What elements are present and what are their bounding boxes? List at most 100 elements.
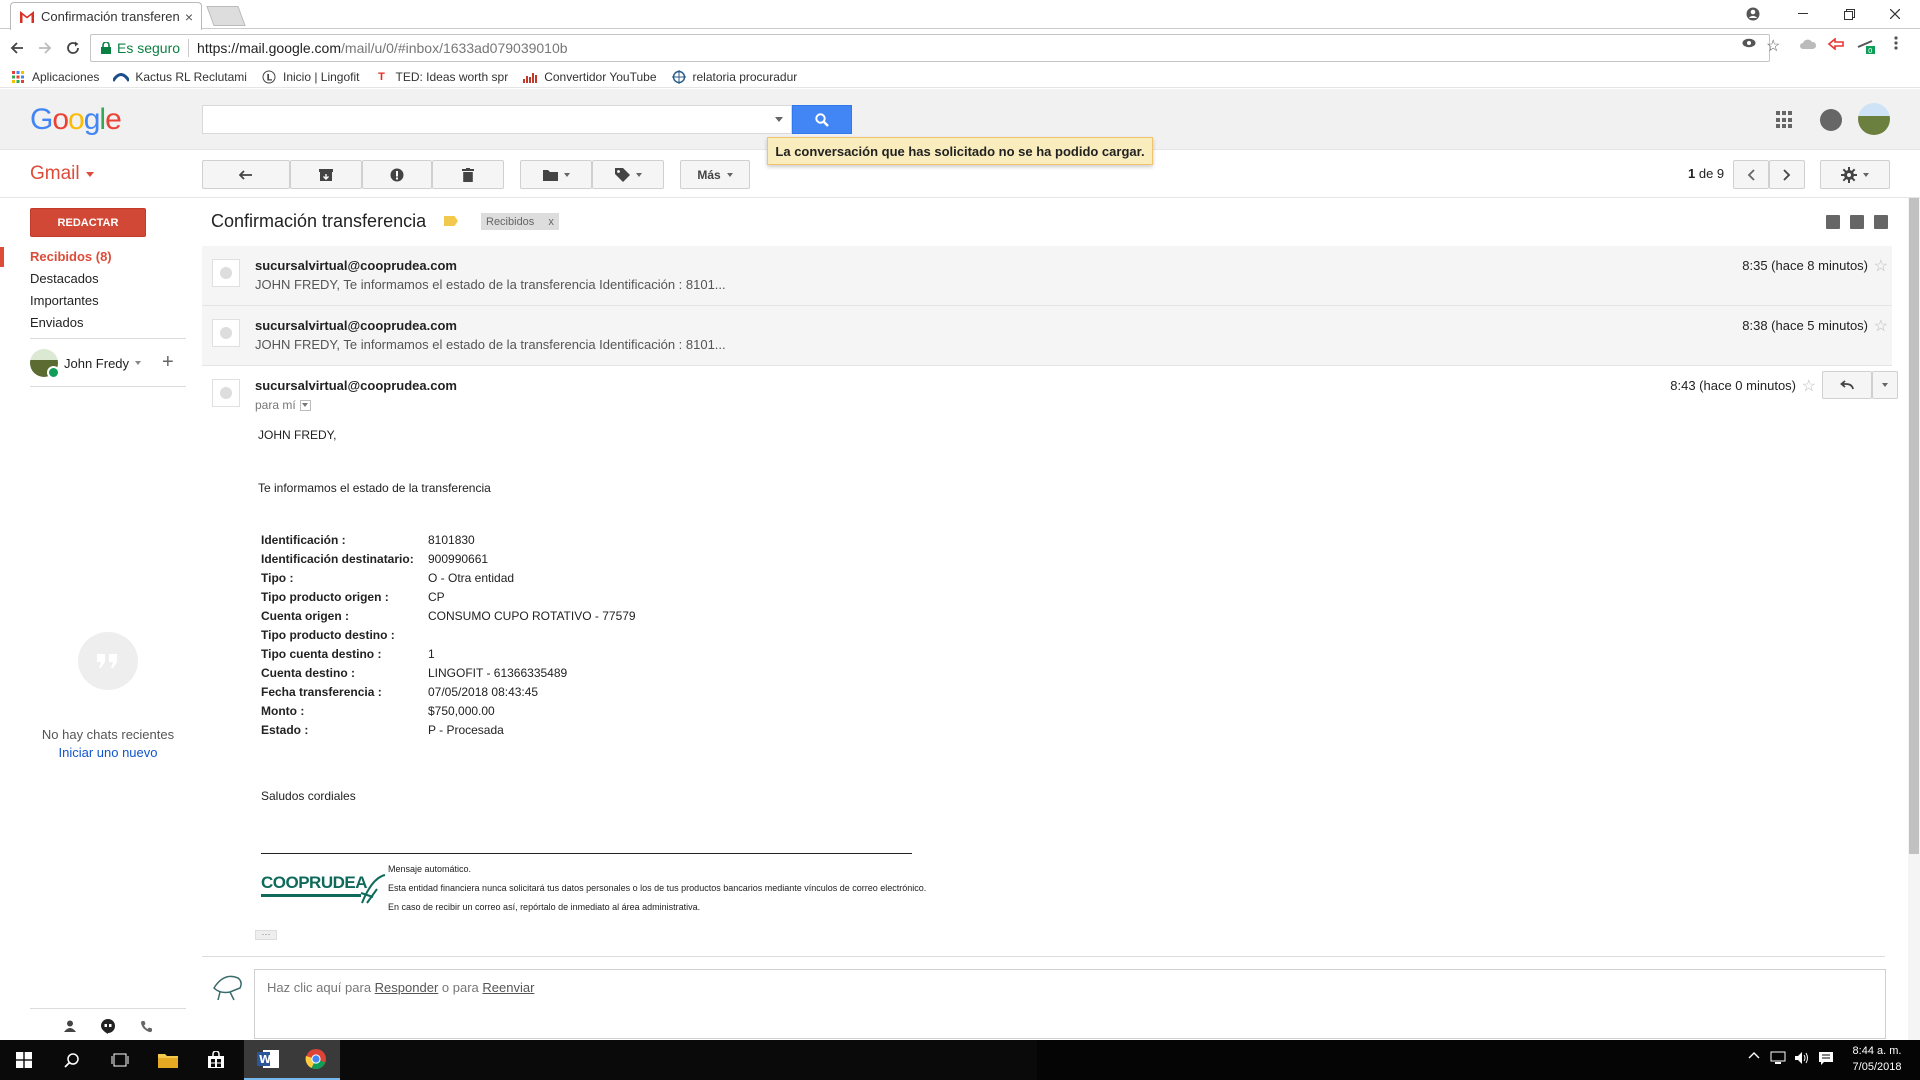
important-marker-icon[interactable]	[444, 216, 458, 226]
address-bar[interactable]: Es seguro https://mail.google.com/mail/u…	[90, 34, 1770, 62]
settings-button[interactable]	[1820, 160, 1890, 189]
start-chat-link[interactable]: Iniciar uno nuevo	[0, 745, 216, 760]
chevron-down-icon	[85, 171, 94, 177]
bookmark-lingofit[interactable]: L Inicio | Lingofit	[261, 70, 359, 84]
older-button[interactable]	[1769, 160, 1805, 189]
bookmark-ted[interactable]: T TED: Ideas worth spr	[373, 70, 508, 84]
phone-icon[interactable]	[134, 1016, 158, 1036]
clock-date: 7/05/2018	[1852, 1061, 1902, 1073]
recipient-text: para mí	[255, 398, 296, 412]
eye-icon[interactable]	[1742, 38, 1756, 48]
show-hidden-icons-icon[interactable]	[1748, 1051, 1760, 1059]
nav-item-important[interactable]: Importantes	[30, 293, 99, 308]
labels-button[interactable]	[592, 160, 664, 189]
nav-item-starred[interactable]: Destacados	[30, 271, 99, 286]
store-icon[interactable]	[192, 1040, 240, 1080]
expand-all-icon[interactable]	[1826, 215, 1840, 229]
network-icon[interactable]	[1770, 1051, 1786, 1065]
chrome-menu-icon[interactable]	[1894, 35, 1898, 51]
reply-button[interactable]	[1822, 371, 1872, 399]
lock-icon	[101, 42, 111, 54]
gmail-app-switcher[interactable]: Gmail	[30, 163, 94, 185]
close-window-icon[interactable]	[1872, 0, 1918, 28]
delete-button[interactable]	[432, 160, 504, 189]
print-icon[interactable]	[1850, 215, 1864, 229]
compose-button[interactable]: REDACTAR	[30, 208, 146, 237]
contacts-icon[interactable]	[58, 1016, 82, 1036]
transfer-field-row: Fecha transferencia :07/05/2018 08:43:45	[261, 685, 539, 699]
forward-link[interactable]: Reenviar	[482, 980, 534, 995]
reply-link[interactable]: Responder	[375, 980, 439, 995]
vertical-scrollbar[interactable]	[1908, 198, 1920, 1040]
bookmark-apps[interactable]: Aplicaciones	[10, 70, 99, 84]
bookmark-relatoria[interactable]: relatoria procuradur	[671, 69, 797, 84]
new-window-icon[interactable]	[1874, 215, 1888, 229]
inbox-label-chip: Recibidos x	[481, 213, 559, 230]
star-icon[interactable]: ☆	[1874, 316, 1888, 336]
word-icon[interactable]: W	[244, 1040, 292, 1080]
recipient-line[interactable]: para mí	[255, 398, 311, 412]
reload-icon[interactable]	[62, 37, 84, 59]
message-collapsed[interactable]: sucursalvirtual@cooprudea.com JOHN FREDY…	[202, 246, 1892, 306]
browser-tab[interactable]: Confirmación transferenc ×	[10, 2, 202, 30]
chevron-left-icon	[1747, 168, 1755, 181]
hangouts-icon[interactable]	[96, 1016, 120, 1036]
newer-button[interactable]	[1733, 160, 1769, 189]
windows-start-icon[interactable]	[0, 1040, 48, 1080]
bookmark-star-icon[interactable]: ☆	[1766, 36, 1780, 56]
show-details-chevron-icon[interactable]	[299, 399, 311, 411]
bookmark-converter[interactable]: Convertidor YouTube	[522, 70, 657, 84]
search-button[interactable]	[792, 105, 852, 134]
bookmark-kactus[interactable]: Kactus RL Reclutami	[113, 70, 247, 84]
forward-icon[interactable]	[34, 37, 56, 59]
move-to-button[interactable]	[520, 160, 592, 189]
report-spam-button[interactable]	[362, 160, 432, 189]
google-apps-icon[interactable]	[1776, 111, 1794, 129]
no-chats-text: No hay chats recientes	[41, 727, 175, 742]
extension-badge-icon[interactable]: 0	[1856, 38, 1876, 54]
profile-icon[interactable]	[1730, 0, 1776, 28]
google-logo[interactable]: Google	[30, 103, 122, 137]
back-arrow-icon	[239, 169, 252, 180]
ted-icon: T	[378, 70, 385, 83]
url-text: https://mail.google.com/mail/u/0/#inbox/…	[197, 40, 568, 56]
minimize-icon[interactable]	[1780, 0, 1826, 28]
back-to-inbox-button[interactable]	[202, 160, 290, 189]
new-tab-button[interactable]	[206, 6, 246, 26]
notifications-icon[interactable]	[1820, 109, 1842, 131]
message-collapsed[interactable]: sucursalvirtual@cooprudea.com JOHN FREDY…	[202, 306, 1892, 366]
restore-icon[interactable]	[1826, 0, 1872, 28]
show-trimmed-content-button[interactable]: ···	[255, 930, 277, 940]
task-view-icon[interactable]	[96, 1040, 144, 1080]
archive-button[interactable]	[290, 160, 362, 189]
share-extension-icon[interactable]	[1828, 38, 1844, 50]
plus-icon[interactable]: +	[162, 351, 174, 374]
file-explorer-icon[interactable]	[144, 1040, 192, 1080]
back-icon[interactable]	[6, 37, 28, 59]
cloud-extension-icon[interactable]	[1800, 38, 1816, 49]
search-options-chevron-icon[interactable]	[775, 117, 783, 122]
scrollbar-thumb[interactable]	[1909, 198, 1919, 854]
browser-tab-strip: Confirmación transferenc ×	[0, 0, 1920, 30]
nav-item-sent[interactable]: Enviados	[30, 315, 83, 330]
taskbar-clock[interactable]: 8:44 a. m. 7/05/2018	[1842, 1043, 1912, 1075]
account-avatar[interactable]	[1858, 103, 1890, 135]
message-sender[interactable]: sucursalvirtual@cooprudea.com	[255, 378, 457, 393]
search-input[interactable]	[202, 105, 792, 134]
remove-label-icon[interactable]: x	[548, 216, 554, 228]
chrome-icon[interactable]	[292, 1040, 340, 1080]
bookmark-label: TED: Ideas worth spr	[395, 69, 509, 84]
signature-line: Mensaje automático.	[388, 864, 472, 874]
more-actions-button[interactable]: Más	[680, 160, 750, 189]
user-avatar	[30, 349, 60, 379]
hangouts-user[interactable]: John Fredy	[30, 349, 142, 379]
tab-close-icon[interactable]: ×	[185, 9, 193, 25]
reply-box[interactable]: Haz clic aquí para Responder o para Reen…	[254, 969, 1886, 1039]
action-center-icon[interactable]	[1818, 1051, 1834, 1065]
more-options-button[interactable]	[1872, 371, 1898, 399]
nav-item-inbox[interactable]: Recibidos (8)	[30, 249, 112, 264]
volume-icon[interactable]	[1794, 1051, 1810, 1065]
star-icon[interactable]: ☆	[1874, 256, 1888, 276]
search-icon[interactable]	[48, 1040, 96, 1080]
star-icon[interactable]: ☆	[1802, 376, 1816, 396]
